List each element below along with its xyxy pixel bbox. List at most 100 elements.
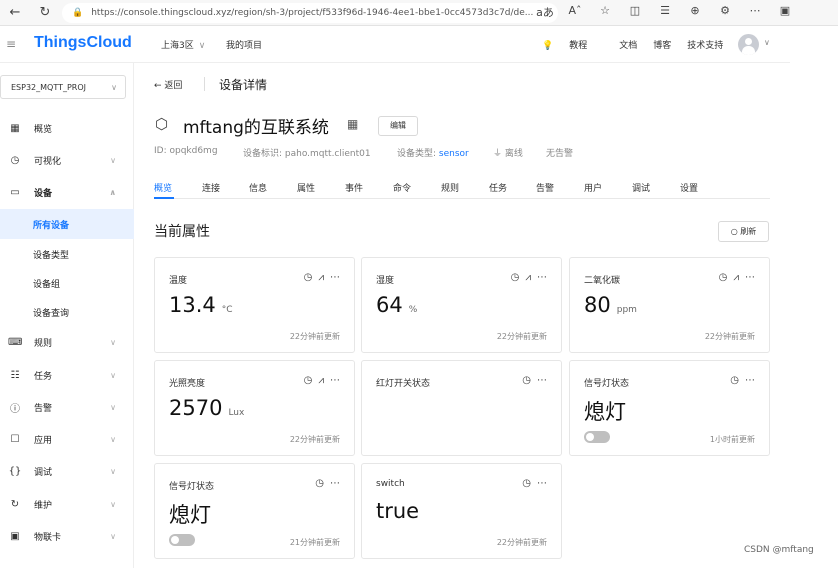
- history-icon[interactable]: ◷: [719, 272, 728, 283]
- more-icon[interactable]: ⋯: [330, 272, 340, 283]
- tab-settings[interactable]: 设置: [680, 181, 698, 194]
- property-value: true: [376, 499, 420, 523]
- sidebar-item-label: 应用: [34, 435, 53, 446]
- more-icon[interactable]: ⋯: [330, 375, 340, 386]
- more-icon[interactable]: ⋯: [537, 478, 547, 489]
- sidebar-item-rules[interactable]: ⌨ 规则 ∨: [0, 327, 134, 357]
- tab-commands[interactable]: 命令: [393, 181, 411, 194]
- sidebar-item-device-types[interactable]: 设备类型: [0, 239, 134, 269]
- edit-button[interactable]: 编辑: [378, 116, 418, 136]
- property-card[interactable]: 二氧化碳 ◷ ⩘ ⋯ 80 ppm 22分钟前更新: [569, 257, 770, 353]
- sidebar-item-maintenance[interactable]: ↻ 维护 ∨: [0, 489, 134, 519]
- sidebar-item-overview[interactable]: ▦ 概览: [0, 113, 134, 143]
- sidebar-item-tasks[interactable]: ☷ 任务 ∨: [0, 360, 134, 390]
- more-icon[interactable]: ⋯: [745, 375, 755, 386]
- chevron-down-icon[interactable]: ∨: [764, 38, 770, 47]
- sidebar-item-apps[interactable]: ☐ 应用 ∨: [0, 424, 134, 454]
- property-card[interactable]: 光照亮度 ◷ ⩘ ⋯ 2570 Lux 22分钟前更新: [154, 360, 355, 456]
- more-icon[interactable]: ⋯: [537, 375, 547, 386]
- wrench-icon: ↻: [10, 498, 20, 510]
- card-tools: ◷ ⋯: [724, 375, 755, 386]
- property-card[interactable]: 湿度 ◷ ⩘ ⋯ 64% 22分钟前更新: [361, 257, 562, 353]
- tab-overview[interactable]: 概览: [154, 181, 172, 194]
- more-icon[interactable]: ⋯: [537, 272, 547, 283]
- card-tools: ◷ ⋯: [309, 478, 340, 489]
- collapse-menu-icon[interactable]: ≡: [6, 37, 16, 51]
- sidebar-item-all-devices[interactable]: 所有设备: [0, 209, 134, 239]
- property-name: 湿度: [376, 276, 395, 286]
- lock-icon: 🔒: [72, 8, 84, 18]
- back-link[interactable]: ← 返回: [154, 78, 182, 91]
- history-icon[interactable]: ◷: [522, 375, 531, 386]
- sidebar-icon[interactable]: ▣: [770, 4, 800, 20]
- split-screen-icon[interactable]: ◫: [620, 4, 650, 20]
- tab-events[interactable]: 事件: [345, 181, 363, 194]
- collections-icon[interactable]: ⊕: [680, 4, 710, 20]
- more-icon[interactable]: ⋯: [330, 478, 340, 489]
- back-arrow-icon[interactable]: ←: [4, 5, 26, 20]
- reader-mode-icon[interactable]: aあ: [530, 4, 560, 20]
- more-icon[interactable]: ⋯: [745, 272, 755, 283]
- history-icon[interactable]: ◷: [304, 272, 313, 283]
- device-id: ID: opqkd6mg: [154, 146, 218, 156]
- sidebar-item-debug[interactable]: {} 调试 ∨: [0, 456, 134, 486]
- support-link[interactable]: 技术支持: [687, 38, 723, 51]
- property-card[interactable]: 信号灯状态 ◷ ⋯ 熄灯 1小时前更新: [569, 360, 770, 456]
- toggle-switch[interactable]: [169, 534, 195, 546]
- sidebar-item-visualization[interactable]: ◷ 可视化 ∨: [0, 145, 134, 175]
- device-type-label: 设备类型:: [397, 149, 439, 159]
- chart-icon[interactable]: ⩘: [318, 272, 324, 283]
- property-card[interactable]: 信号灯状态 ◷ ⋯ 熄灯 21分钟前更新: [154, 463, 355, 559]
- property-card[interactable]: 温度 ◷ ⩘ ⋯ 13.4 °C 22分钟前更新: [154, 257, 355, 353]
- tab-rules[interactable]: 规则: [441, 181, 459, 194]
- tab-users[interactable]: 用户: [584, 181, 602, 194]
- tab-tasks[interactable]: 任务: [489, 181, 507, 194]
- more-icon[interactable]: ⋯: [740, 4, 770, 20]
- avatar[interactable]: [738, 34, 759, 55]
- plug-icon: ⏚: [493, 149, 505, 159]
- tab-alerts[interactable]: 告警: [536, 181, 554, 194]
- history-icon[interactable]: ◷: [304, 375, 313, 386]
- sidebar-item-label: 设备: [34, 188, 53, 199]
- tab-attributes[interactable]: 属性: [297, 181, 315, 194]
- project-selector[interactable]: ESP32_MQTT_PROJ ∨: [0, 75, 126, 99]
- property-unit: %: [408, 305, 418, 315]
- region-selector[interactable]: 上海3区 ∨: [161, 38, 205, 51]
- chart-icon[interactable]: ⩘: [525, 272, 531, 283]
- device-type-link[interactable]: sensor: [439, 149, 469, 159]
- history-icon[interactable]: ◷: [511, 272, 520, 283]
- reload-icon[interactable]: ↻: [34, 5, 56, 20]
- address-bar[interactable]: 🔒 https://console.thingscloud.xyz/region…: [62, 3, 558, 23]
- favorite-star-icon[interactable]: ☆: [590, 4, 620, 20]
- docs-link[interactable]: 文档: [619, 38, 637, 51]
- my-projects-link[interactable]: 我的项目: [226, 38, 262, 51]
- tab-info[interactable]: 信息: [249, 181, 267, 194]
- sidebar-item-label: 概览: [34, 124, 53, 135]
- tab-bar: 概览 连接 信息 属性 事件 命令 规则 任务 告警 用户 调试 设置: [154, 173, 770, 199]
- history-icon[interactable]: ◷: [315, 478, 324, 489]
- tutorial-link[interactable]: 💡 教程: [542, 38, 603, 51]
- sidebar-item-sim-card[interactable]: ▣ 物联卡 ∨: [0, 521, 134, 551]
- qr-code-icon[interactable]: ▦: [347, 117, 358, 131]
- sidebar-item-device-groups[interactable]: 设备组: [0, 268, 134, 298]
- property-card[interactable]: switch ◷ ⋯ true 22分钟前更新: [361, 463, 562, 559]
- tab-debug[interactable]: 调试: [632, 181, 650, 194]
- sidebar-item-device-query[interactable]: 设备查询: [0, 297, 134, 327]
- tab-connection[interactable]: 连接: [202, 181, 220, 194]
- chart-icon[interactable]: ⩘: [318, 375, 324, 386]
- favorites-list-icon[interactable]: ☰: [650, 4, 680, 20]
- toggle-switch[interactable]: [584, 431, 610, 443]
- sidebar-item-alerts[interactable]: ⓘ 告警 ∨: [0, 392, 134, 422]
- history-icon[interactable]: ◷: [730, 375, 739, 386]
- brand-logo[interactable]: ThingsCloud: [34, 34, 132, 52]
- history-icon[interactable]: ◷: [522, 478, 531, 489]
- chart-icon[interactable]: ⩘: [733, 272, 739, 283]
- browser-actions: aあ Aˆ ☆ ◫ ☰ ⊕ ⚙ ⋯ ▣: [530, 4, 800, 20]
- refresh-button[interactable]: ○ 刷新: [718, 221, 769, 242]
- refresh-label: 刷新: [740, 227, 757, 236]
- sidebar-item-devices[interactable]: ▭ 设备 ∧: [0, 177, 134, 207]
- property-card[interactable]: 红灯开关状态 ◷ ⋯: [361, 360, 562, 456]
- read-aloud-icon[interactable]: Aˆ: [560, 4, 590, 20]
- extensions-icon[interactable]: ⚙: [710, 4, 740, 20]
- blog-link[interactable]: 博客: [653, 38, 671, 51]
